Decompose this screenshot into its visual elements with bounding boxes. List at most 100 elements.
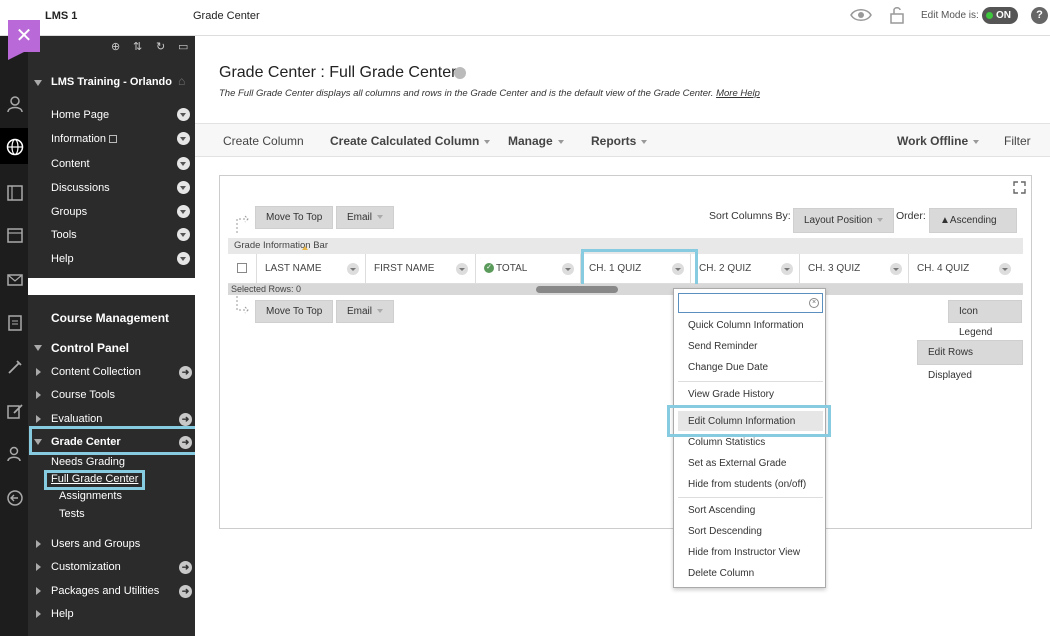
column-header-ch2-quiz[interactable]: CH. 2 QUIZ	[690, 254, 799, 284]
reports-menu[interactable]: Reports	[591, 134, 648, 148]
users-icon[interactable]	[6, 445, 24, 463]
chevron-down-icon[interactable]	[890, 263, 902, 275]
chevron-down-icon[interactable]	[347, 263, 359, 275]
column-header-ch4-quiz[interactable]: CH. 4 QUIZ	[908, 254, 1023, 284]
course-name[interactable]: LMS Training - Orlando	[51, 76, 172, 88]
menu-item-hide-from-students[interactable]: Hide from students (on/off)	[688, 479, 806, 490]
signout-icon[interactable]	[6, 489, 24, 507]
refresh-icon[interactable]: ↻	[156, 40, 165, 53]
help-button[interactable]: ?	[1031, 7, 1048, 24]
sort-by-select[interactable]: Layout Position	[793, 208, 895, 233]
organizations-icon[interactable]	[6, 184, 24, 202]
order-select[interactable]: ▲Ascending	[929, 208, 1017, 246]
student-preview-icon[interactable]	[850, 8, 872, 22]
arrow-right-icon[interactable]: ➜	[179, 436, 192, 449]
arrow-right-icon[interactable]: ➜	[179, 561, 192, 574]
sidebar-item-customization[interactable]: Customization	[51, 561, 121, 573]
menu-search-input[interactable]: ×	[678, 293, 823, 313]
column-header-ch3-quiz[interactable]: CH. 3 QUIZ	[799, 254, 908, 284]
chevron-down-icon[interactable]	[999, 263, 1011, 275]
clear-icon[interactable]: ×	[809, 298, 819, 308]
reorder-icon[interactable]: ⇅	[133, 40, 142, 53]
menu-item-sort-descending[interactable]: Sort Descending	[688, 526, 762, 537]
sidebar-item-evaluation[interactable]: Evaluation	[51, 413, 102, 425]
chevron-down-icon[interactable]	[177, 108, 190, 121]
manage-menu[interactable]: Manage	[508, 134, 564, 148]
horizontal-scrollbar[interactable]	[536, 286, 618, 293]
arrow-right-icon[interactable]: ➜	[179, 413, 192, 426]
unlock-icon[interactable]	[890, 6, 904, 24]
select-all-checkbox[interactable]	[237, 263, 247, 273]
column-header-last-name[interactable]: LAST NAME	[256, 246, 365, 284]
grades-icon[interactable]	[6, 314, 24, 332]
expand-icon[interactable]	[36, 415, 41, 423]
more-help-link[interactable]: More Help	[716, 88, 760, 99]
course-id[interactable]: LMS 1	[45, 10, 77, 22]
sidebar-item-home-page[interactable]: Home Page	[51, 109, 109, 121]
sidebar-item-grade-center[interactable]: Grade Center	[51, 436, 121, 448]
menu-item-column-statistics[interactable]: Column Statistics	[688, 437, 765, 448]
sidebar-item-course-tools[interactable]: Course Tools	[51, 389, 115, 401]
sidebar-item-discussions[interactable]: Discussions	[51, 182, 110, 194]
menu-item-delete-column[interactable]: Delete Column	[688, 568, 754, 579]
calendar-icon[interactable]	[6, 226, 24, 244]
filter-button[interactable]: Filter	[1004, 134, 1031, 148]
page-options-icon[interactable]	[454, 67, 466, 79]
expand-icon[interactable]	[36, 610, 41, 618]
tools-icon[interactable]	[6, 358, 24, 376]
menu-item-view-grade-history[interactable]: View Grade History	[688, 389, 774, 400]
chevron-down-icon[interactable]	[177, 252, 190, 265]
create-column-button[interactable]: Create Column	[223, 134, 304, 148]
close-menu-button[interactable]: ✕	[8, 20, 40, 60]
email-menu-button[interactable]: Email	[336, 206, 395, 229]
chevron-down-icon[interactable]	[562, 263, 574, 275]
chevron-down-icon[interactable]	[781, 263, 793, 275]
chevron-down-icon[interactable]	[177, 132, 190, 145]
folder-view-icon[interactable]: ▭	[178, 40, 188, 53]
edit-icon[interactable]	[6, 402, 24, 420]
messages-icon[interactable]	[6, 271, 24, 289]
sidebar-item-users-and-groups[interactable]: Users and Groups	[51, 538, 140, 550]
sidebar-item-packages-and-utilities[interactable]: Packages and Utilities	[51, 585, 159, 597]
home-icon[interactable]: ⌂	[178, 74, 185, 88]
course-collapse-icon[interactable]	[34, 80, 42, 86]
menu-item-change-due-date[interactable]: Change Due Date	[688, 362, 768, 373]
chevron-down-icon[interactable]	[177, 228, 190, 241]
column-header-total[interactable]: ✓ TOTAL	[475, 254, 580, 284]
grade-center-collapse-icon[interactable]	[34, 439, 42, 445]
work-offline-menu[interactable]: Work Offline	[897, 134, 980, 148]
expand-icon[interactable]	[36, 540, 41, 548]
chevron-down-icon[interactable]	[177, 205, 190, 218]
edit-rows-displayed-button[interactable]: Edit Rows Displayed	[917, 340, 1023, 381]
menu-item-set-as-external-grade[interactable]: Set as External Grade	[688, 458, 786, 469]
control-panel-heading[interactable]: Control Panel	[51, 341, 129, 355]
menu-item-send-reminder[interactable]: Send Reminder	[688, 341, 757, 352]
expand-icon[interactable]	[36, 563, 41, 571]
expand-icon[interactable]	[36, 368, 41, 376]
control-panel-collapse-icon[interactable]	[34, 345, 42, 351]
expand-icon[interactable]	[36, 587, 41, 595]
sidebar-item-help[interactable]: Help	[51, 253, 74, 265]
create-calculated-column-menu[interactable]: Create Calculated Column	[330, 134, 491, 148]
edit-mode-toggle[interactable]: ON	[982, 7, 1018, 24]
sidebar-item-tools[interactable]: Tools	[51, 229, 77, 241]
sidebar-item-needs-grading[interactable]: Needs Grading	[51, 456, 125, 468]
globe-icon[interactable]	[6, 138, 24, 156]
sidebar-item-content-collection[interactable]: Content Collection	[51, 366, 141, 378]
email-menu-button-bottom[interactable]: Email	[336, 300, 395, 323]
sidebar-item-help-bottom[interactable]: Help	[51, 608, 74, 620]
move-to-top-button[interactable]: Move To Top	[255, 206, 334, 229]
arrow-right-icon[interactable]: ➜	[179, 585, 192, 598]
add-menu-item-icon[interactable]: ⊕	[111, 40, 120, 53]
profile-icon[interactable]	[6, 95, 24, 113]
expand-icon[interactable]	[36, 391, 41, 399]
sidebar-item-assignments[interactable]: Assignments	[59, 490, 122, 502]
column-header-first-name[interactable]: FIRST NAME	[365, 254, 475, 284]
breadcrumb[interactable]: Grade Center	[193, 10, 260, 22]
sidebar-item-content[interactable]: Content	[51, 158, 90, 170]
sidebar-item-full-grade-center[interactable]: Full Grade Center	[51, 473, 138, 485]
expand-icon[interactable]	[1013, 181, 1026, 194]
move-to-top-button-bottom[interactable]: Move To Top	[255, 300, 334, 323]
menu-item-quick-column-information[interactable]: Quick Column Information	[688, 320, 804, 331]
arrow-right-icon[interactable]: ➜	[179, 366, 192, 379]
